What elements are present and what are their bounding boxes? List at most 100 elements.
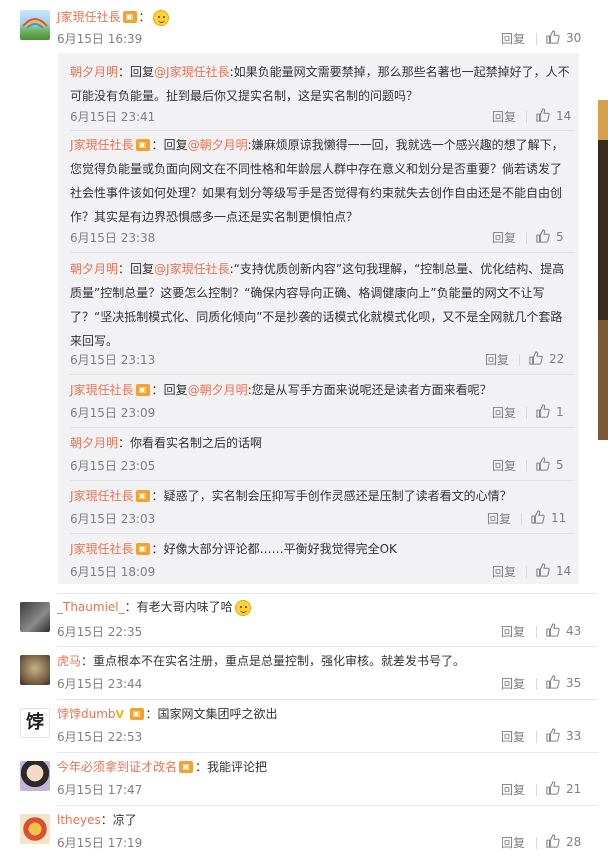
reply-button[interactable]: 回复 bbox=[501, 834, 525, 851]
thumbs-up-icon bbox=[546, 30, 560, 44]
like-count: 14 bbox=[556, 109, 572, 123]
like-button[interactable]: 43 bbox=[546, 623, 581, 638]
comment-time: 6月15日 16:39 bbox=[57, 32, 143, 46]
avatar[interactable] bbox=[20, 602, 50, 632]
reply-button[interactable]: 回复 bbox=[501, 30, 525, 47]
member-badge-icon: ▣ bbox=[122, 10, 137, 23]
like-button[interactable]: 33 bbox=[546, 728, 581, 743]
reply-username[interactable]: 朝夕月明 bbox=[70, 65, 118, 79]
like-button[interactable]: 14 bbox=[536, 563, 571, 578]
like-button[interactable]: 1 bbox=[536, 404, 564, 419]
reply-item: 朝夕月明：回复@J家現任社長:如果负能量网文需要禁掉，那么那些名著也一起禁掉好了… bbox=[70, 65, 570, 103]
reply-button[interactable]: 回复 bbox=[487, 510, 511, 527]
reply-button[interactable]: 回复 bbox=[485, 351, 509, 368]
reply-time: 6月15日 18:09 bbox=[70, 565, 156, 579]
reply-button[interactable]: 回复 bbox=[501, 623, 525, 640]
member-badge-icon: ▣ bbox=[129, 707, 144, 720]
reply-username[interactable]: J家現任社長 bbox=[70, 383, 134, 397]
like-count: 22 bbox=[549, 352, 565, 366]
avatar[interactable]: 饽 bbox=[20, 708, 50, 738]
avatar[interactable] bbox=[20, 761, 50, 791]
reply-text: 疑惑了，实名制会压抑写手创作灵感还是压制了读者看文的心情？ bbox=[163, 489, 512, 503]
reply-username[interactable]: J家現任社長 bbox=[70, 489, 134, 503]
mention-link[interactable]: @朝夕月明 bbox=[188, 138, 248, 152]
thumbs-up-icon bbox=[536, 404, 550, 418]
reply-button[interactable]: 回复 bbox=[501, 728, 525, 745]
username[interactable]: ltheyes bbox=[57, 813, 101, 827]
reply-button[interactable]: 回复 bbox=[492, 457, 516, 474]
comment-time: 6月15日 22:53 bbox=[57, 730, 143, 744]
like-button[interactable]: 14 bbox=[536, 108, 571, 123]
reply-button[interactable]: 回复 bbox=[492, 404, 516, 421]
reply-item: J家現任社長 ▣ ：好像大部分评论都……平衡好我觉得完全OK bbox=[70, 542, 397, 556]
comment-text: 重点根本不在实名注册，重点是总量控制，强化审核。就差发书号了。 bbox=[93, 654, 466, 668]
verified-v-icon: V bbox=[115, 707, 125, 721]
avatar-char: 饽 bbox=[26, 712, 44, 733]
thumbs-up-icon bbox=[546, 834, 560, 848]
like-count: 14 bbox=[556, 564, 572, 578]
reply-username[interactable]: 朝夕月明 bbox=[70, 262, 118, 276]
like-button[interactable]: 11 bbox=[531, 510, 566, 525]
mention-link[interactable]: @J家現任社長 bbox=[154, 262, 230, 276]
username[interactable]: 今年必须拿到证才改名 bbox=[57, 760, 177, 774]
comment-text: 我能评论把 bbox=[207, 760, 268, 774]
like-button[interactable]: 5 bbox=[536, 457, 564, 472]
username[interactable]: J家現任社長 bbox=[57, 10, 121, 24]
comment-text: 国家网文集团呼之欲出 bbox=[157, 707, 278, 721]
like-count: 1 bbox=[556, 405, 564, 419]
avatar[interactable] bbox=[20, 10, 50, 40]
like-count: 33 bbox=[566, 729, 582, 743]
reply-username[interactable]: 朝夕月明 bbox=[70, 436, 118, 450]
comment-time: 6月15日 23:44 bbox=[57, 677, 143, 691]
like-count: 43 bbox=[566, 624, 582, 638]
username[interactable]: 饽饽dumb bbox=[57, 707, 116, 721]
background-strip bbox=[598, 0, 608, 864]
reply-text: :您是从写手方面来说呢还是读者方面来看呢？ bbox=[247, 383, 492, 397]
reply-text: 你看看实名制之后的话啊 bbox=[130, 436, 263, 450]
reply-button[interactable]: 回复 bbox=[492, 563, 516, 580]
like-button[interactable]: 35 bbox=[546, 675, 581, 690]
member-badge-icon: ▣ bbox=[135, 542, 150, 555]
like-button[interactable]: 5 bbox=[536, 229, 564, 244]
like-button[interactable]: 21 bbox=[546, 781, 581, 796]
reply-button[interactable]: 回复 bbox=[501, 675, 525, 692]
mention-link[interactable]: @J家現任社長 bbox=[154, 65, 230, 79]
thumbs-up-icon bbox=[536, 457, 550, 471]
thumbs-up-icon bbox=[546, 675, 560, 689]
member-badge-icon: ▣ bbox=[135, 489, 150, 502]
reply-text: :嫌麻烦原谅我懒得一一回，我就选一个感兴趣的想了解下，您觉得负能量或负面向网文在… bbox=[70, 138, 564, 224]
thumbs-up-icon bbox=[529, 351, 543, 365]
reply-item: 朝夕月明：回复@J家現任社長:“支持优质创新内容”这句我理解，“控制总量、优化结… bbox=[70, 262, 565, 348]
reply-item: J家現任社長 ▣ ：回复@朝夕月明:嫌麻烦原谅我懒得一一回，我就选一个感兴趣的想了解… bbox=[70, 138, 564, 224]
username[interactable]: _Thaumiel_ bbox=[57, 600, 125, 614]
username[interactable]: 虎马 bbox=[57, 654, 81, 668]
reply-button[interactable]: 回复 bbox=[501, 781, 525, 798]
like-count: 5 bbox=[556, 458, 564, 472]
thumbs-up-icon bbox=[536, 108, 550, 122]
mention-link[interactable]: @朝夕月明 bbox=[188, 383, 248, 397]
like-button[interactable]: 30 bbox=[546, 30, 581, 45]
reply-button[interactable]: 回复 bbox=[492, 229, 516, 246]
like-count: 11 bbox=[551, 511, 567, 525]
like-count: 35 bbox=[566, 676, 582, 690]
reply-item: 朝夕月明：你看看实名制之后的话啊 bbox=[70, 436, 263, 450]
reply-username[interactable]: J家現任社長 bbox=[70, 542, 134, 556]
thumbs-up-icon bbox=[531, 510, 545, 524]
like-count: 30 bbox=[566, 31, 582, 45]
reply-item: J家現任社長 ▣ ：回复@朝夕月明:您是从写手方面来说呢还是读者方面来看呢？ bbox=[70, 383, 492, 397]
comment-time: 6月15日 22:35 bbox=[57, 625, 143, 639]
smile-emoji-icon bbox=[152, 9, 169, 26]
reply-username[interactable]: J家現任社長 bbox=[70, 138, 134, 152]
like-button[interactable]: 28 bbox=[546, 834, 581, 849]
comment-text: 凉了 bbox=[112, 813, 137, 827]
like-count: 28 bbox=[566, 835, 582, 849]
like-count: 5 bbox=[556, 230, 564, 244]
comment-time: 6月15日 17:47 bbox=[57, 783, 143, 797]
comment-time: 6月15日 17:19 bbox=[57, 836, 143, 850]
avatar[interactable] bbox=[20, 655, 50, 685]
like-button[interactable]: 22 bbox=[529, 351, 564, 366]
thumbs-up-icon bbox=[546, 623, 560, 637]
reply-button[interactable]: 回复 bbox=[492, 108, 516, 125]
avatar[interactable] bbox=[20, 814, 50, 844]
thumbs-up-icon bbox=[546, 728, 560, 742]
